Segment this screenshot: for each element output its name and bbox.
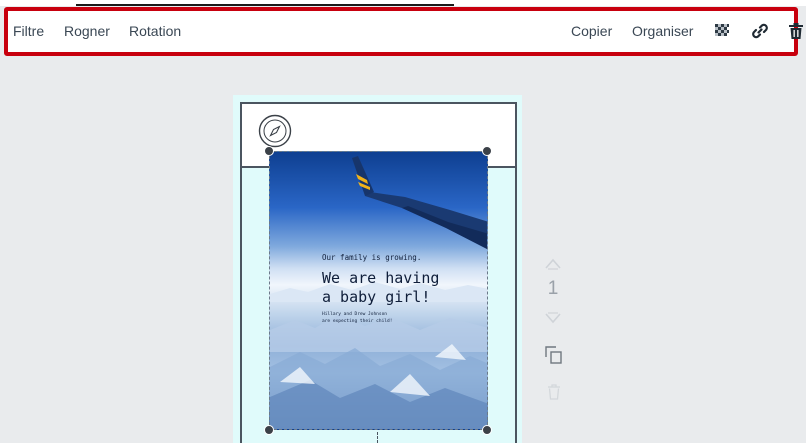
design-heading-line-2: a baby girl! bbox=[322, 288, 431, 306]
resize-handle-top-left[interactable] bbox=[264, 146, 274, 156]
chevron-up-icon[interactable] bbox=[544, 257, 562, 271]
resize-handle-bottom-right[interactable] bbox=[482, 425, 492, 435]
arrange-button[interactable]: Organiser bbox=[632, 11, 693, 52]
delete-page-icon[interactable] bbox=[546, 383, 562, 401]
link-icon[interactable] bbox=[750, 21, 770, 41]
page-number: 1 bbox=[547, 278, 559, 299]
duplicate-page-icon[interactable] bbox=[544, 345, 564, 365]
top-strip bbox=[0, 0, 806, 6]
selected-photo[interactable]: Our family is growing. We are having a b… bbox=[269, 151, 488, 430]
design-small-heading: Our family is growing. bbox=[322, 253, 422, 262]
center-guide-line bbox=[377, 432, 378, 443]
design-heading-line-1: We are having bbox=[322, 269, 440, 287]
copy-button[interactable]: Copier bbox=[571, 11, 612, 52]
compass-logo bbox=[258, 114, 292, 148]
underline-decoration bbox=[76, 4, 454, 6]
design-body-line-1: Hillary and Drew Johnson bbox=[322, 312, 388, 317]
filter-button[interactable]: Filtre bbox=[13, 11, 44, 52]
crop-button[interactable]: Rogner bbox=[64, 11, 110, 52]
image-toolbar: Filtre Rogner Rotation Copier Organiser bbox=[4, 7, 803, 56]
resize-handle-bottom-left[interactable] bbox=[264, 425, 274, 435]
chevron-down-icon[interactable] bbox=[544, 311, 562, 325]
transparency-icon[interactable] bbox=[712, 21, 732, 41]
design-body-line-2: are expecting their child! bbox=[322, 319, 393, 324]
trash-icon[interactable] bbox=[786, 21, 806, 41]
rotation-button[interactable]: Rotation bbox=[129, 11, 181, 52]
resize-handle-top-right[interactable] bbox=[482, 146, 492, 156]
